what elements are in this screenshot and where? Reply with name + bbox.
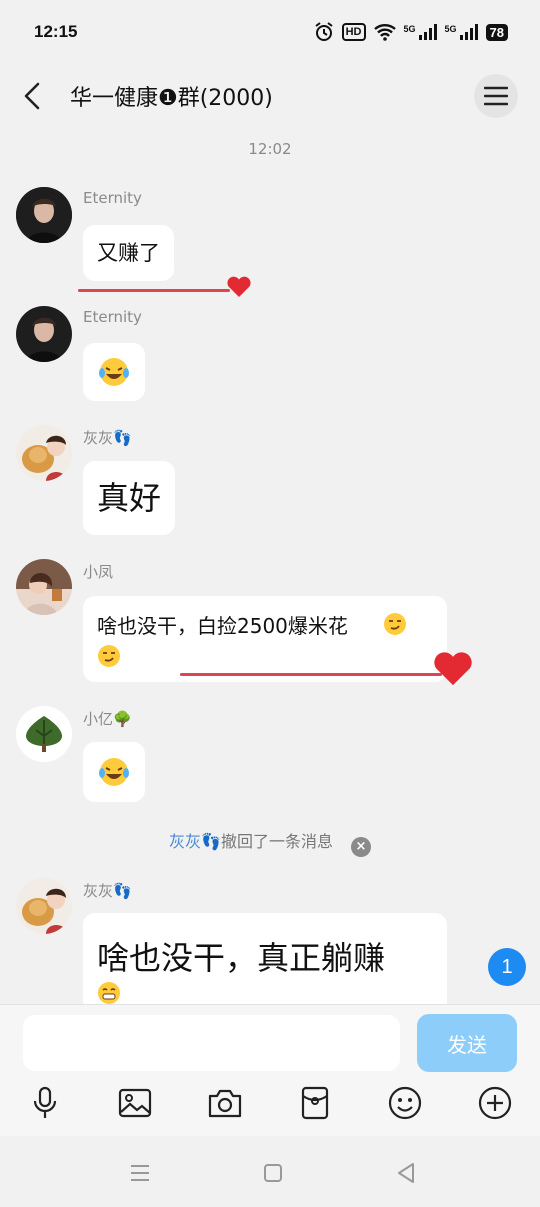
- message-bubble[interactable]: 啥也没干，白捡2500爆米花: [83, 596, 447, 682]
- message-text: 真好: [97, 479, 162, 517]
- message-input[interactable]: [23, 1015, 400, 1071]
- avatar[interactable]: [16, 425, 72, 481]
- avatar[interactable]: [16, 706, 72, 762]
- emoji-button[interactable]: [385, 1083, 425, 1123]
- unread-badge[interactable]: 1: [488, 948, 526, 986]
- signal-icon: 5G: [404, 24, 437, 40]
- signal-label: 5G: [444, 24, 457, 34]
- avatar[interactable]: [16, 187, 72, 243]
- hd-label: HD: [345, 26, 362, 38]
- chevron-left-icon: [24, 82, 40, 110]
- message-bubble[interactable]: 啥也没干，真正躺赚: [83, 913, 447, 1013]
- sender-name: 灰灰👣: [83, 429, 132, 447]
- laughing-tears-emoji-icon: [99, 358, 129, 386]
- image-icon: [118, 1088, 152, 1118]
- input-area: 发送: [0, 1004, 540, 1136]
- message-bubble[interactable]: 真好: [83, 461, 176, 535]
- camera-button[interactable]: [205, 1083, 245, 1123]
- status-time: 12:15: [34, 22, 78, 41]
- recents-icon: [131, 1165, 149, 1181]
- send-button[interactable]: 发送: [417, 1014, 517, 1072]
- red-packet-button[interactable]: [295, 1083, 335, 1123]
- message-bubble[interactable]: [83, 742, 145, 802]
- close-icon[interactable]: ×: [350, 837, 371, 857]
- hamburger-icon: [484, 86, 508, 106]
- drawn-underline: [180, 673, 442, 676]
- back-button[interactable]: [4, 68, 60, 124]
- avatar-image: [16, 878, 72, 934]
- sender-name: 灰灰👣: [83, 882, 132, 900]
- mic-icon: [33, 1086, 57, 1118]
- chat-title: 华一健康❶群(2000): [70, 86, 273, 111]
- signal-label: 5G: [403, 24, 416, 34]
- status-icons: HD 5G 5G 78: [314, 22, 508, 42]
- avatar-image: [16, 187, 72, 243]
- avatar-image: [16, 306, 72, 362]
- back-triangle-icon: [398, 1163, 414, 1183]
- battery-icon: 78: [485, 23, 508, 41]
- heart-icon: [227, 276, 251, 297]
- signal-icon: 5G: [445, 24, 478, 40]
- system-nav-bar: [0, 1136, 540, 1207]
- home-icon: [264, 1164, 282, 1182]
- image-button[interactable]: [115, 1083, 155, 1123]
- laughing-tears-emoji-icon: [99, 758, 129, 786]
- status-bar: 12:15 HD 5G 5G 78: [0, 0, 540, 64]
- message-text: 又赚了: [97, 241, 160, 265]
- home-button[interactable]: [258, 1158, 288, 1188]
- avatar[interactable]: [16, 559, 72, 615]
- grin-emoji-icon: [98, 982, 120, 1004]
- avatar-image: [16, 425, 72, 481]
- sender-name: Eternity: [83, 308, 142, 326]
- camera-icon: [208, 1089, 242, 1118]
- recall-name[interactable]: 灰灰👣: [169, 832, 221, 851]
- voice-button[interactable]: [25, 1083, 65, 1123]
- chat-header: 华一健康❶群(2000): [0, 64, 540, 128]
- smirk-emoji-icon: [98, 645, 120, 667]
- alarm-icon: [315, 22, 333, 41]
- avatar[interactable]: [16, 306, 72, 362]
- smirk-emoji-icon: [384, 613, 406, 635]
- menu-button[interactable]: [474, 74, 518, 118]
- heart-icon: [434, 652, 472, 686]
- sender-name: 小亿🌳: [83, 710, 132, 728]
- message-bubble[interactable]: 又赚了: [83, 225, 174, 281]
- avatar[interactable]: [16, 878, 72, 934]
- back-nav-button[interactable]: [391, 1158, 421, 1188]
- plus-icon: [478, 1086, 512, 1120]
- message-timestamp: 12:02: [248, 140, 292, 158]
- recents-button[interactable]: [125, 1158, 155, 1188]
- wifi-icon: [373, 24, 396, 41]
- recall-text: 撤回了一条消息: [220, 832, 333, 851]
- recall-notice: 灰灰👣撤回了一条消息 ×: [0, 828, 540, 857]
- hd-icon: HD: [341, 23, 366, 41]
- sender-name: 小凤: [83, 563, 114, 581]
- drawn-underline: [78, 289, 230, 292]
- avatar-image: [16, 559, 72, 615]
- avatar-image: [16, 706, 72, 762]
- more-button[interactable]: [475, 1083, 515, 1123]
- sender-name: Eternity: [83, 189, 142, 207]
- message-text: 啥也没干，白捡2500爆米花: [97, 614, 348, 638]
- red-packet-icon: [301, 1086, 329, 1120]
- emoji-icon: [388, 1086, 422, 1120]
- message-bubble[interactable]: [83, 343, 145, 401]
- message-text: 啥也没干，真正躺赚: [97, 939, 386, 977]
